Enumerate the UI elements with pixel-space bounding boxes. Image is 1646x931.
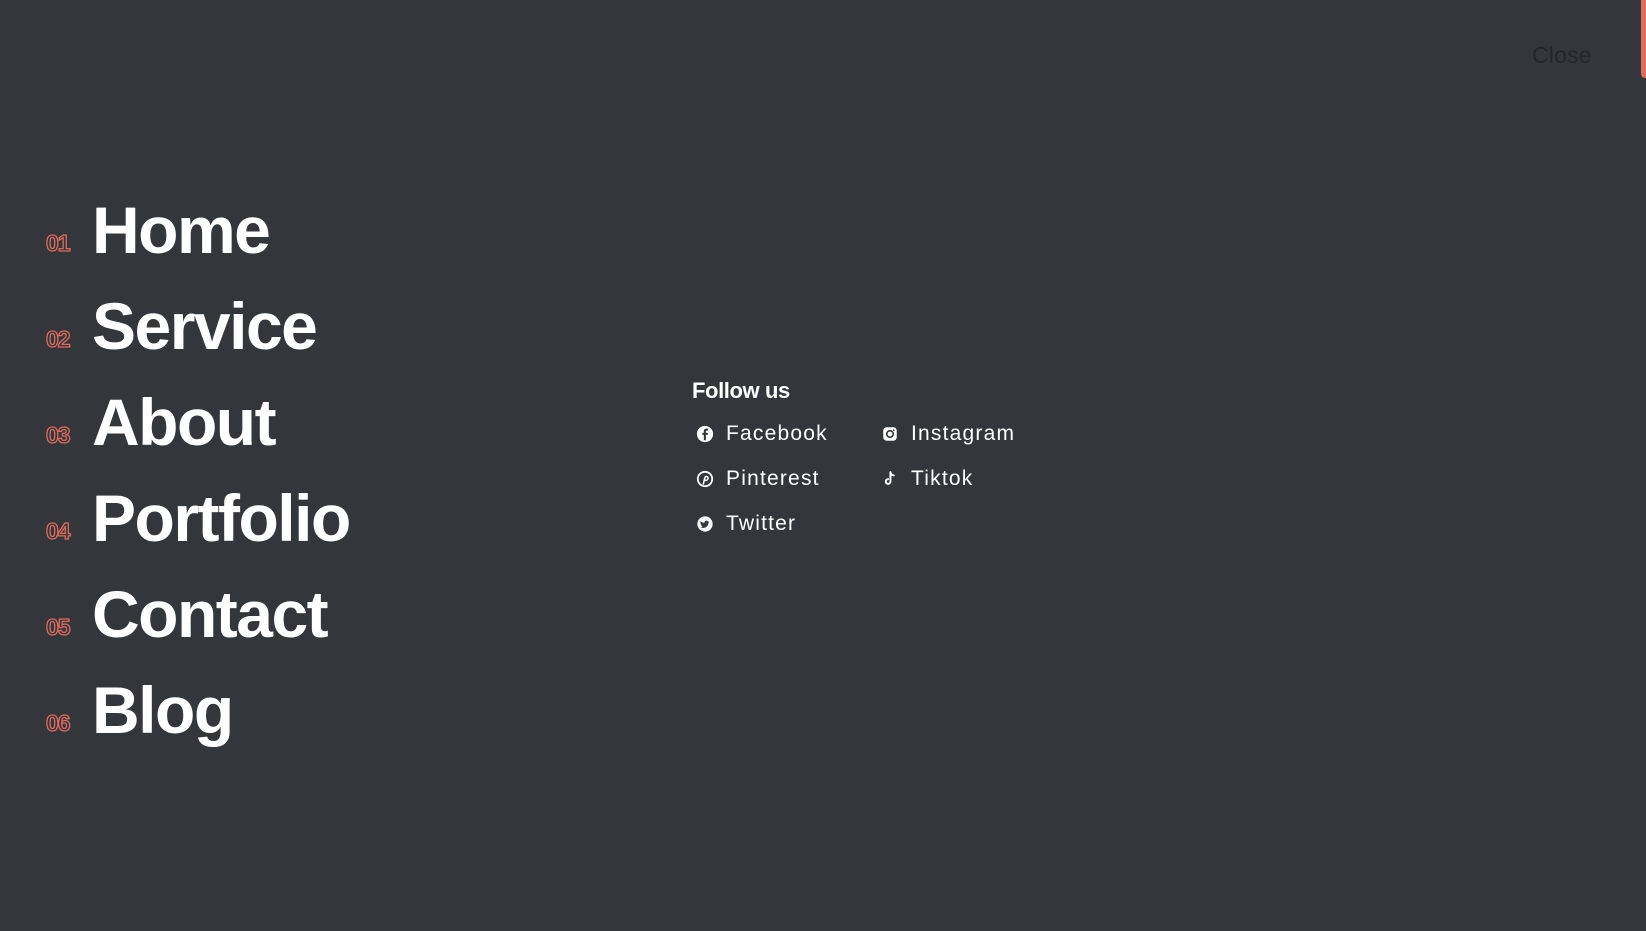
menu-item-number: 01 [45,229,71,256]
menu-item-number: 06 [45,709,71,736]
social-link-instagram[interactable]: Instagram [877,418,1077,449]
menu-overlay: Close 01 Home 02 Service 03 About 04 Por… [0,0,1646,931]
menu-item-number: 05 [45,613,71,640]
close-button[interactable]: Close [1532,42,1592,69]
menu-item-service[interactable]: 02 Service [45,271,350,367]
menu-item-number: 04 [45,517,71,544]
facebook-icon [696,425,714,443]
social-link-pinterest[interactable]: Pinterest [692,463,877,494]
menu-item-label[interactable]: About [92,389,277,455]
twitter-icon [696,515,714,533]
social-link-label: Pinterest [726,466,820,490]
instagram-icon [881,425,899,443]
menu-item-portfolio[interactable]: 04 Portfolio [45,463,351,559]
menu-item-blog[interactable]: 06 Blog [45,655,350,751]
social-link-twitter[interactable]: Twitter [692,508,877,539]
follow-us-section: Follow us Facebook Instagram Pinterest T… [692,378,1077,539]
social-link-label: Tiktok [911,466,974,490]
main-menu: 01 Home 02 Service 03 About 04 Portfolio… [45,175,351,751]
menu-item-number: 03 [45,421,71,448]
social-link-label: Facebook [726,421,828,445]
social-link-tiktok[interactable]: Tiktok [877,463,1077,494]
menu-item-number: 02 [45,325,71,352]
pinterest-icon [696,470,714,488]
scrollbar-thumb[interactable] [1641,0,1646,78]
social-link-label: Instagram [911,421,1016,445]
menu-item-home[interactable]: 01 Home [45,175,350,271]
social-links: Facebook Instagram Pinterest Tiktok Twit… [692,418,1077,539]
tiktok-icon [881,470,899,488]
menu-item-label[interactable]: Home [92,197,271,263]
menu-item-about[interactable]: 03 About [45,367,350,463]
menu-item-contact[interactable]: 05 Contact [45,559,350,655]
menu-item-label[interactable]: Service [92,293,318,359]
social-link-label: Twitter [726,511,797,535]
menu-item-label[interactable]: Contact [92,581,329,647]
follow-us-title: Follow us [692,378,790,403]
menu-item-label[interactable]: Blog [92,677,234,743]
social-link-facebook[interactable]: Facebook [692,418,877,449]
menu-item-label[interactable]: Portfolio [92,485,351,551]
